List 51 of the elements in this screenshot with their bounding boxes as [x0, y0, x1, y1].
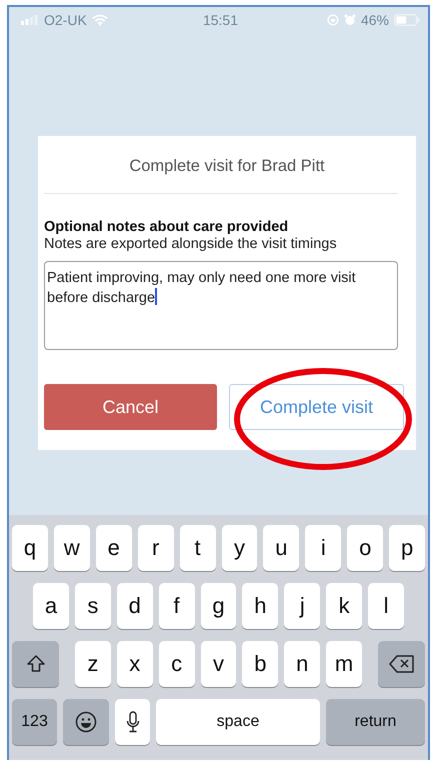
letter-key[interactable]: l [368, 583, 404, 629]
dialog-title: Complete visit for Brad Pitt [128, 157, 326, 176]
letter-key[interactable]: d [116, 583, 153, 629]
notes-hint: Notes are exported alongside the visit timings [44, 236, 338, 252]
letter-key[interactable]: k [326, 583, 362, 629]
rotation-lock-icon [326, 14, 339, 26]
letter-key[interactable]: g [200, 583, 236, 629]
text-cursor [155, 288, 158, 305]
emoji-key[interactable] [63, 699, 109, 745]
battery-percentage: 46% [360, 12, 389, 28]
letter-key[interactable]: m [326, 641, 362, 687]
letter-key[interactable]: t [180, 525, 216, 571]
letter-key[interactable]: e [96, 525, 132, 571]
notes-label: Optional notes about care provided [44, 219, 290, 235]
delete-key[interactable] [378, 641, 426, 687]
letter-key[interactable]: w [54, 525, 90, 571]
letter-key[interactable]: x [116, 641, 153, 687]
letter-key[interactable]: n [284, 641, 320, 687]
letter-key[interactable]: b [242, 641, 278, 687]
letter-key[interactable]: i [305, 525, 342, 571]
letter-key[interactable]: q [12, 525, 48, 571]
letter-key[interactable]: o [347, 525, 384, 571]
letter-key[interactable]: f [158, 583, 195, 629]
wifi-icon [92, 14, 108, 26]
shift-arrow-icon [26, 654, 46, 674]
status-time: 15:51 [202, 12, 238, 28]
alarm-icon [344, 14, 356, 26]
notes-field[interactable]: Patient improving, may only need one more visit before discharge [44, 261, 398, 350]
smiley-icon [75, 711, 97, 733]
cancel-button[interactable]: Cancel [44, 384, 217, 430]
signal-icon [21, 15, 39, 25]
shift-key[interactable] [12, 641, 59, 687]
battery-icon [394, 14, 420, 26]
letter-key[interactable]: r [138, 525, 174, 571]
letter-key[interactable]: a [33, 583, 69, 629]
letter-key[interactable]: h [242, 583, 278, 629]
letter-key[interactable]: y [222, 525, 258, 571]
backspace-icon [388, 655, 415, 673]
letter-key[interactable]: c [158, 641, 195, 687]
dictation-key[interactable] [115, 699, 150, 745]
carrier-name: O2-UK [44, 12, 87, 28]
space-key[interactable]: space [156, 699, 320, 745]
letter-key[interactable]: j [284, 583, 320, 629]
letter-key[interactable]: s [74, 583, 111, 629]
numbers-key[interactable]: 123 [12, 699, 57, 745]
letter-key[interactable]: v [200, 641, 236, 687]
letter-key[interactable]: z [75, 641, 111, 687]
letter-key[interactable]: u [263, 525, 300, 571]
microphone-icon [126, 711, 140, 733]
letter-key[interactable]: p [389, 525, 426, 571]
return-key[interactable]: return [326, 699, 425, 745]
